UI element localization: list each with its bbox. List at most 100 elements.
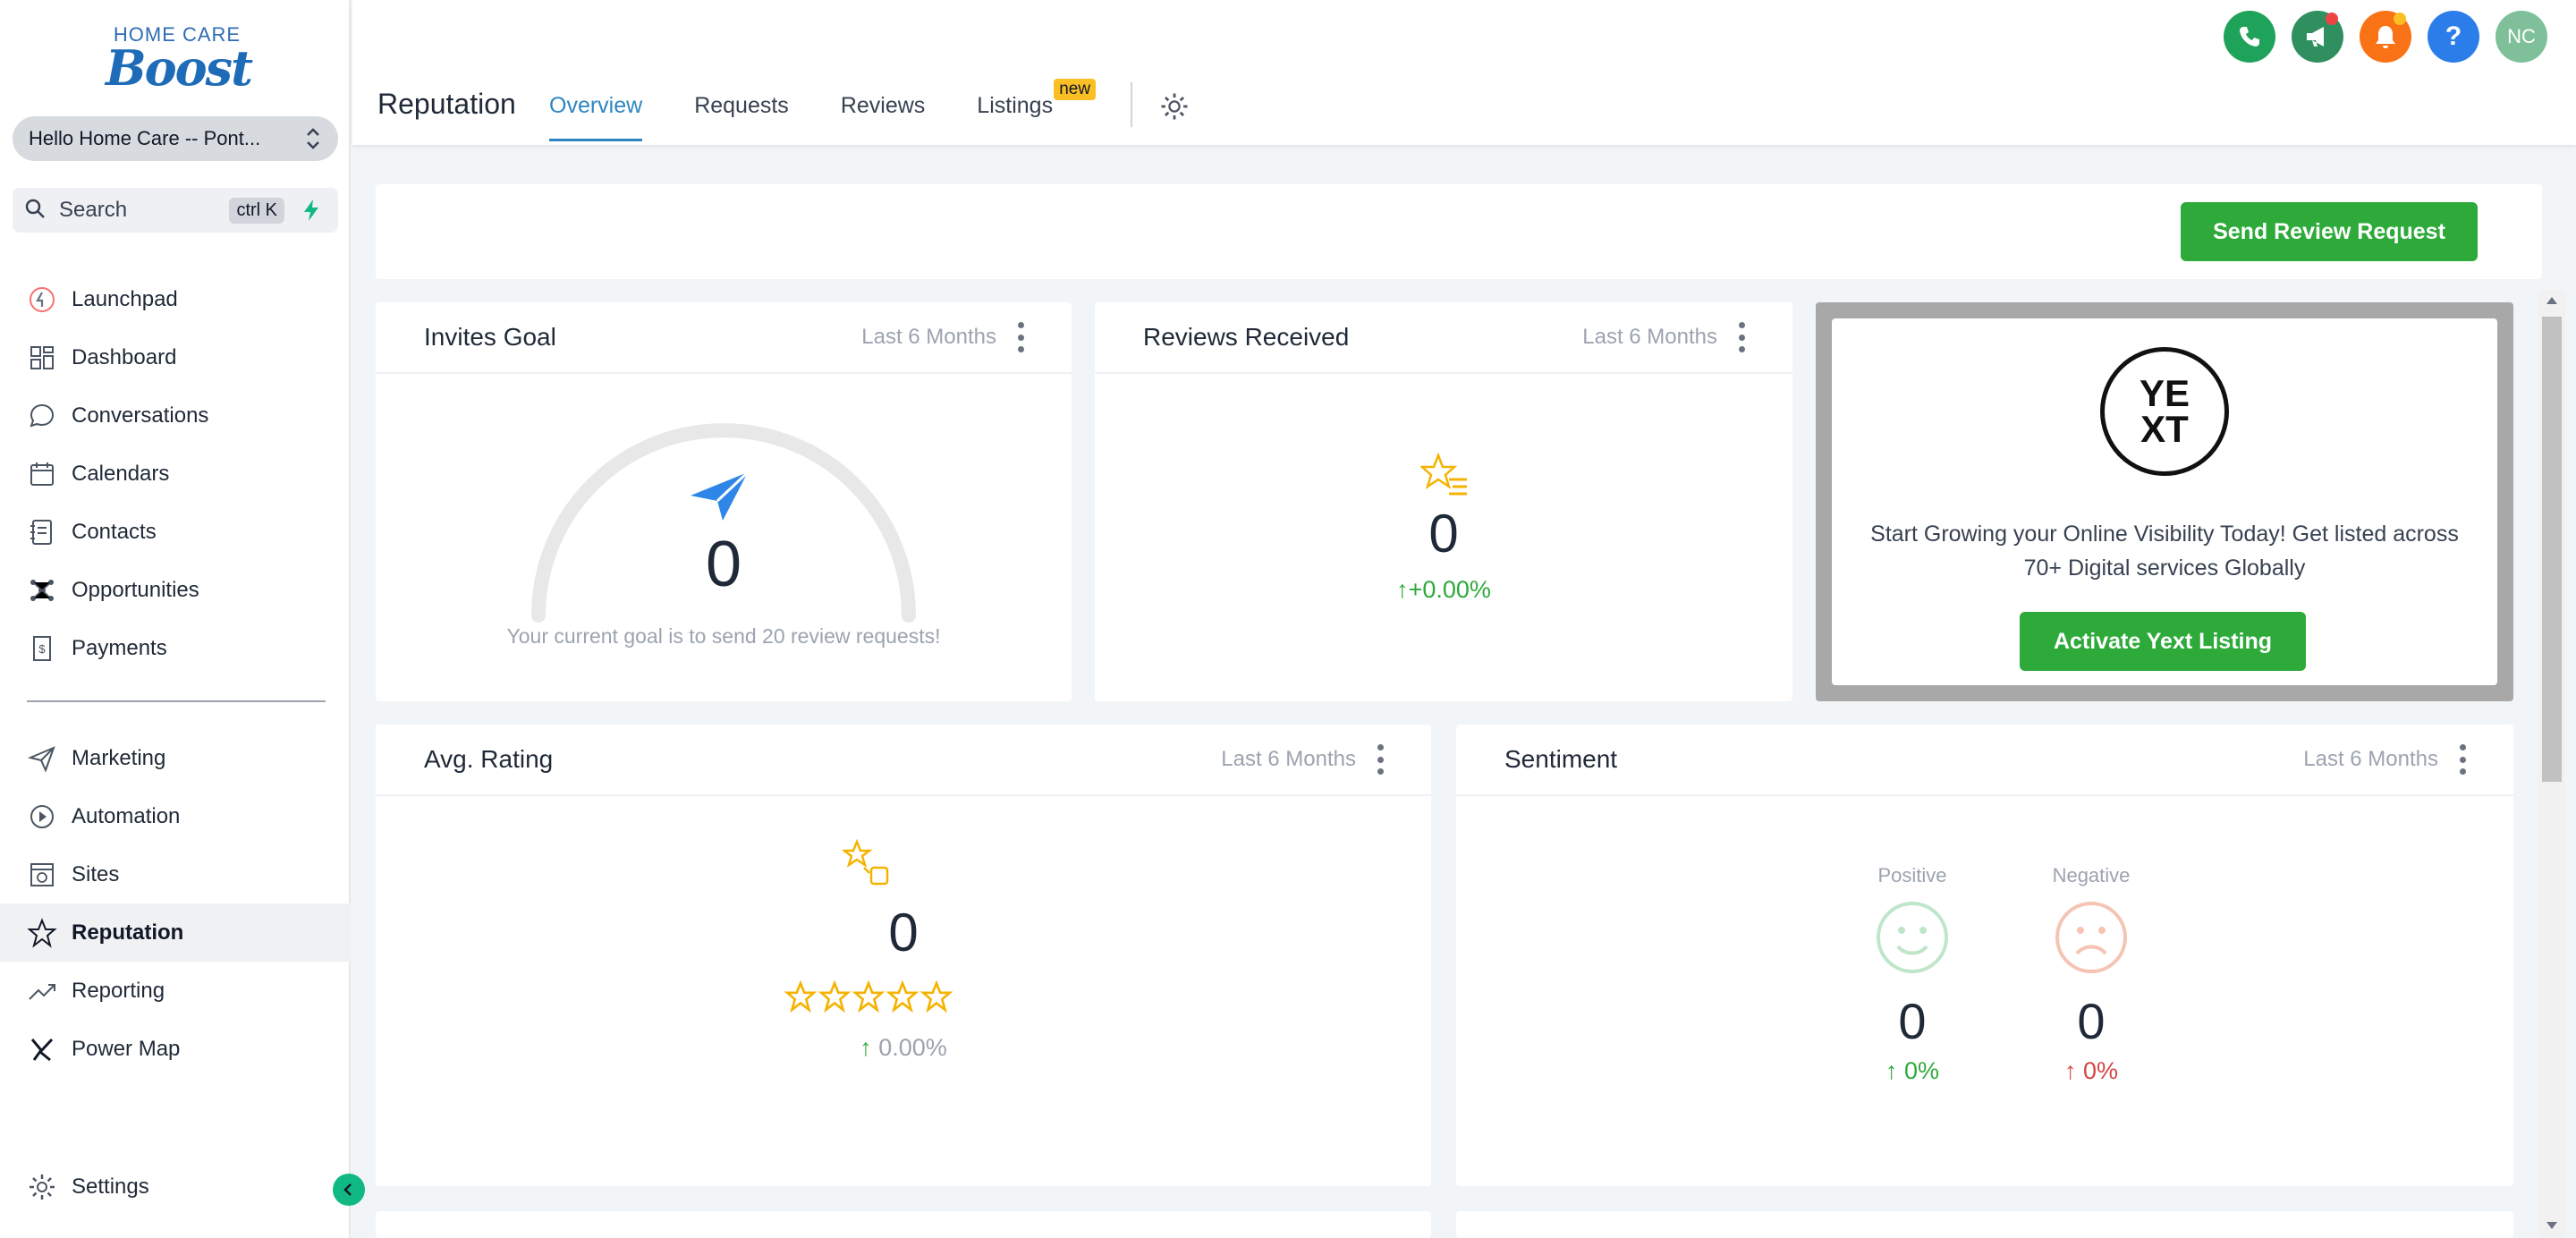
kebab-menu-icon[interactable] bbox=[1016, 322, 1025, 352]
tab-bar: Overview Requests Reviews Listings new bbox=[549, 79, 1105, 141]
avg-rating-change: ↑ 0.00% bbox=[376, 1034, 1431, 1062]
sidebar-item-reputation[interactable]: Reputation bbox=[0, 903, 351, 962]
sidebar-item-label: Reporting bbox=[72, 978, 165, 1003]
arrow-up-icon: ↑ bbox=[2063, 1057, 2077, 1084]
positive-value: 0 bbox=[1898, 993, 1927, 1049]
sentiment-positive: Positive 0 ↑ 0% bbox=[1841, 864, 1984, 1085]
kebab-menu-icon[interactable] bbox=[1376, 744, 1385, 775]
chevron-left-icon bbox=[343, 1183, 352, 1196]
action-bar: Send Review Request bbox=[376, 184, 2542, 279]
launchpad-icon bbox=[30, 286, 55, 312]
arrow-up-icon: ↑ bbox=[860, 1034, 872, 1061]
star-icon bbox=[852, 980, 886, 1013]
sidebar-item-opportunities[interactable]: Opportunities bbox=[0, 561, 351, 619]
payments-icon: $ bbox=[33, 635, 51, 661]
sidebar-item-launchpad[interactable]: Launchpad bbox=[0, 270, 351, 328]
scroll-down-icon bbox=[2546, 1222, 2557, 1229]
contacts-icon bbox=[30, 519, 52, 545]
arrow-up-icon: ↑ bbox=[1396, 576, 1409, 603]
sidebar-item-reporting[interactable]: Reporting bbox=[0, 962, 351, 1020]
star-icon bbox=[784, 980, 818, 1013]
tab-listings[interactable]: Listings new bbox=[977, 79, 1097, 141]
opportunities-icon bbox=[30, 579, 54, 601]
gear-icon bbox=[30, 1174, 55, 1200]
sidebar-item-dashboard[interactable]: Dashboard bbox=[0, 328, 351, 386]
card-title: Sentiment bbox=[1504, 745, 1618, 773]
activate-yext-listing-button[interactable]: Activate Yext Listing bbox=[2020, 612, 2306, 671]
smile-icon bbox=[1877, 902, 1948, 973]
yext-logo: YE XT bbox=[2100, 347, 2229, 476]
search-bar[interactable]: Search ctrl K bbox=[13, 188, 338, 233]
send-review-request-button[interactable]: Send Review Request bbox=[2181, 202, 2478, 261]
sidebar-divider bbox=[27, 700, 326, 702]
dashboard-icon bbox=[30, 345, 54, 369]
megaphone-icon bbox=[2307, 27, 2324, 47]
announcements-button[interactable] bbox=[2292, 11, 2343, 63]
card-header: Avg. Rating Last 6 Months bbox=[376, 725, 1431, 796]
settings-nav: Settings bbox=[0, 1157, 351, 1216]
avg-rating-change-value: 0.00% bbox=[878, 1034, 947, 1061]
notification-dot bbox=[2326, 13, 2338, 25]
sidebar-item-conversations[interactable]: Conversations bbox=[0, 386, 351, 445]
sidebar-item-sites[interactable]: Sites bbox=[0, 845, 351, 903]
card-header: Invites Goal Last 6 Months bbox=[376, 302, 1072, 374]
notifications-button[interactable] bbox=[2360, 11, 2411, 63]
powermap-icon bbox=[30, 1038, 54, 1061]
negative-change: ↑ 0% bbox=[2020, 1057, 2163, 1085]
sentiment-card: Sentiment Last 6 Months Positive 0 ↑ 0% … bbox=[1456, 725, 2513, 1186]
reputation-settings-gear-icon[interactable] bbox=[1157, 89, 1191, 123]
reviews-received-change: ↑+0.00% bbox=[1095, 576, 1792, 604]
sidebar-item-power-map[interactable]: Power Map bbox=[0, 1020, 351, 1078]
help-button[interactable]: ? bbox=[2428, 11, 2479, 63]
tab-reviews[interactable]: Reviews bbox=[841, 86, 925, 141]
kebab-menu-icon[interactable] bbox=[2458, 744, 2467, 775]
sidebar-item-contacts[interactable]: Contacts bbox=[0, 503, 351, 561]
phone-button[interactable] bbox=[2224, 11, 2275, 63]
sidebar-item-calendars[interactable]: Calendars bbox=[0, 445, 351, 503]
avatar[interactable]: NC bbox=[2496, 11, 2547, 63]
sidebar-item-payments[interactable]: $ Payments bbox=[0, 619, 351, 677]
positive-change-value: 0% bbox=[1903, 1057, 1940, 1084]
positive-label: Positive bbox=[1877, 864, 1947, 886]
arrow-up-icon: ↑ bbox=[1885, 1057, 1898, 1084]
negative-label: Negative bbox=[2052, 864, 2131, 886]
scrollbar-thumb[interactable] bbox=[2542, 317, 2562, 782]
invites-goal-card: Invites Goal Last 6 Months 0 Your curren… bbox=[376, 302, 1072, 701]
send-icon bbox=[691, 471, 750, 521]
yext-logo-top: YE bbox=[2139, 372, 2190, 414]
sidebar-item-label: Calendars bbox=[72, 461, 170, 486]
page-title: Reputation bbox=[377, 88, 516, 120]
tab-divider bbox=[1131, 82, 1132, 127]
sidebar-item-settings[interactable]: Settings bbox=[0, 1157, 351, 1216]
sentiment-negative: Negative 0 ↑ 0% bbox=[2020, 864, 2163, 1085]
rating-stars bbox=[784, 980, 953, 1013]
automation-icon bbox=[30, 804, 54, 828]
kebab-menu-icon[interactable] bbox=[1737, 322, 1746, 352]
bell-icon bbox=[2376, 26, 2395, 48]
main-scrollbar[interactable] bbox=[2538, 290, 2565, 1238]
sidebar-item-automation[interactable]: Automation bbox=[0, 787, 351, 845]
chat-icon bbox=[30, 403, 55, 428]
card-title: Reviews Received bbox=[1143, 323, 1350, 351]
search-label: Search bbox=[59, 198, 128, 222]
card-title: Invites Goal bbox=[424, 323, 556, 351]
bolt-icon[interactable] bbox=[295, 194, 327, 226]
invites-goal-value: 0 bbox=[705, 529, 742, 600]
star-icon bbox=[27, 917, 57, 948]
tab-overview[interactable]: Overview bbox=[549, 86, 643, 141]
collapse-sidebar-button[interactable] bbox=[333, 1174, 365, 1206]
tab-requests[interactable]: Requests bbox=[694, 86, 789, 141]
brand-logo[interactable]: HOME CARE Boost bbox=[106, 23, 253, 95]
account-switcher[interactable]: Hello Home Care -- Pont... bbox=[13, 116, 338, 161]
card-period: Last 6 Months bbox=[2303, 747, 2438, 771]
sidebar-item-marketing[interactable]: Marketing bbox=[0, 729, 351, 787]
send-icon bbox=[27, 745, 55, 773]
sidebar-item-label: Opportunities bbox=[72, 577, 199, 602]
card-period: Last 6 Months bbox=[861, 325, 996, 349]
yext-logo-bottom: XT bbox=[2140, 408, 2189, 450]
sidebar-item-label: Launchpad bbox=[72, 286, 178, 311]
negative-value: 0 bbox=[2077, 993, 2106, 1049]
sidebar-item-label: Sites bbox=[72, 861, 120, 886]
sidebar-item-label: Payments bbox=[72, 635, 167, 660]
next-card-right bbox=[1456, 1211, 2513, 1238]
